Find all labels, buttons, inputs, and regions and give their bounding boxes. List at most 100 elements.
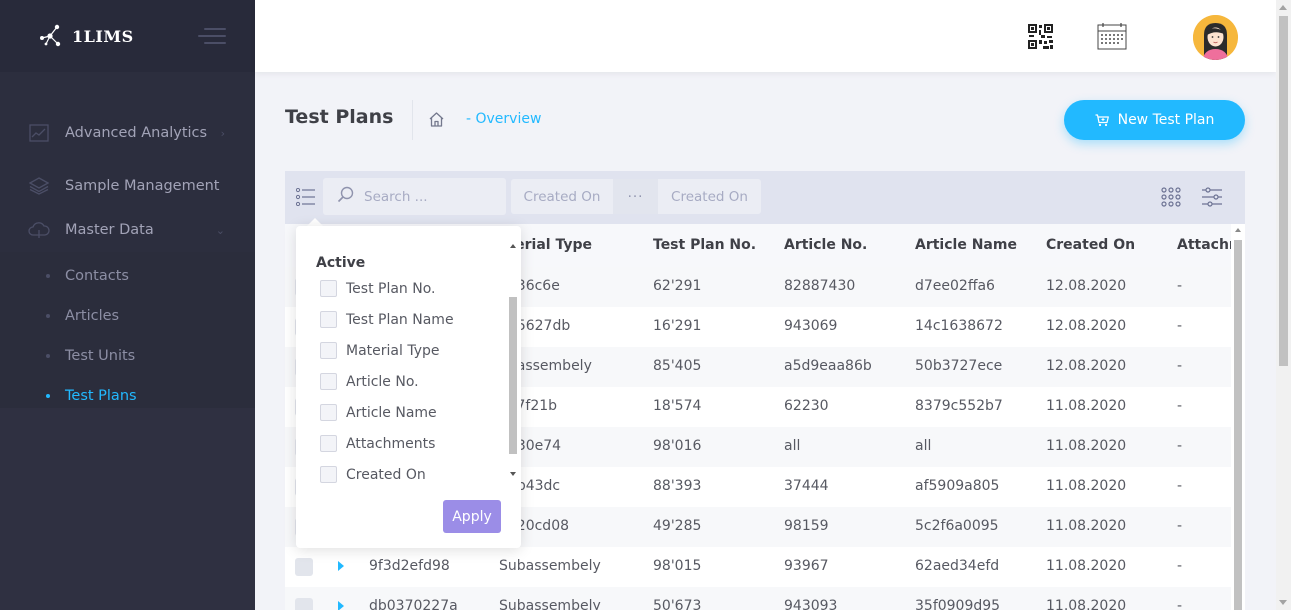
cell-test-plan-no: 98'016 [653, 438, 702, 454]
table-row[interactable]: db0370227a Subassembely 50'673 943093 35… [285, 587, 1231, 610]
apply-button[interactable]: Apply [443, 500, 501, 533]
chevron-down-icon: ⌄ [215, 223, 225, 237]
home-icon[interactable] [428, 111, 445, 128]
top-header [255, 0, 1276, 72]
subheader-separator [412, 100, 413, 140]
popup-title: Active [316, 255, 366, 271]
checkbox[interactable] [320, 435, 337, 452]
created-on-to-input[interactable]: Created On [658, 179, 761, 214]
column-header-test-plan-no[interactable]: Test Plan No. [653, 237, 756, 253]
bullet-icon [46, 354, 50, 358]
grid-view-icon[interactable] [1161, 187, 1181, 207]
cell-article-no: 98159 [784, 518, 829, 534]
sidebar-item-sample-management[interactable]: Sample Management [0, 164, 255, 208]
option-label: Material Type [346, 342, 440, 359]
cell-material-type: Subassembely [499, 598, 601, 610]
cell-article-name: af5909a805 [915, 478, 1000, 494]
cell-article-name: d7ee02ffa6 [915, 278, 995, 294]
sidebar-item-label: Master Data [65, 221, 154, 238]
scrollbar-thumb[interactable] [509, 297, 517, 454]
checkbox[interactable] [320, 342, 337, 359]
breadcrumb-overview[interactable]: - Overview [466, 111, 541, 127]
column-option-article-no[interactable]: Article No. [320, 373, 419, 390]
page-scrollbar[interactable] [1276, 0, 1291, 610]
scroll-down-arrow-icon[interactable] [1279, 600, 1287, 605]
checkbox[interactable] [320, 311, 337, 328]
row-checkbox[interactable] [295, 598, 313, 610]
column-option-material-type[interactable]: Material Type [320, 342, 439, 359]
scrollbar-thumb[interactable] [1234, 240, 1242, 610]
checkbox[interactable] [320, 466, 337, 483]
scroll-up-arrow-icon[interactable] [1279, 5, 1287, 10]
column-header-attachments[interactable]: Attachr [1177, 237, 1236, 253]
search-input[interactable] [364, 188, 494, 205]
search-icon [337, 186, 354, 207]
created-on-from-input[interactable]: Created On [511, 179, 613, 214]
cell-test-plan-no: 16'291 [653, 318, 702, 334]
cell-article-no: 943069 [784, 318, 838, 334]
row-checkbox[interactable] [295, 558, 313, 576]
checkbox[interactable] [320, 404, 337, 421]
cell-test-plan-no: 50'673 [653, 598, 702, 610]
cell-article-name: all [915, 438, 932, 454]
sidebar-item-advanced-analytics[interactable]: Advanced Analytics › [0, 102, 255, 164]
cell-article-no: 93967 [784, 558, 829, 574]
sidebar-item-master-data[interactable]: Master Data ⌄ [0, 208, 255, 252]
brand-name[interactable]: 1LIMS [72, 27, 134, 46]
chevron-right-icon: › [220, 126, 225, 140]
table-scrollbar[interactable] [1231, 224, 1245, 610]
expand-row-icon[interactable] [338, 561, 344, 571]
column-header-article-no[interactable]: Article No. [784, 237, 867, 253]
table-row[interactable]: 9f3d2efd98 Subassembely 98'015 93967 62a… [285, 547, 1231, 587]
column-option-test-plan-name[interactable]: Test Plan Name [320, 311, 454, 328]
scroll-down-arrow-icon[interactable] [510, 472, 516, 476]
cell-code: 9f3d2efd98 [369, 558, 450, 574]
column-header-created-on[interactable]: Created On [1046, 237, 1135, 253]
cell-article-name: 8379c552b7 [915, 398, 1003, 414]
qr-code-icon[interactable] [1028, 24, 1053, 49]
new-test-plan-button[interactable]: New Test Plan [1064, 100, 1245, 140]
brand-bar: 1LIMS [0, 0, 255, 72]
sidebar-item-articles[interactable]: Articles [0, 296, 255, 336]
cell-test-plan-no: 18'574 [653, 398, 702, 414]
checkbox[interactable] [320, 280, 337, 297]
scrollbar-thumb[interactable] [1279, 16, 1288, 366]
cell-article-no: 82887430 [784, 278, 856, 294]
user-avatar[interactable] [1193, 15, 1238, 60]
checkbox[interactable] [320, 373, 337, 390]
column-header-article-name[interactable]: Article Name [915, 237, 1017, 253]
bullet-icon [46, 314, 50, 318]
option-label: Test Plan No. [346, 280, 436, 297]
expand-row-icon[interactable] [338, 601, 344, 610]
cell-created-on: 12.08.2020 [1046, 278, 1127, 294]
cell-article-no: 62230 [784, 398, 829, 414]
column-option-created-on[interactable]: Created On [320, 466, 426, 483]
column-option-article-name[interactable]: Article Name [320, 404, 437, 421]
option-label: Article Name [346, 404, 437, 421]
scroll-up-arrow-icon[interactable] [1235, 228, 1241, 232]
calendar-icon[interactable] [1097, 23, 1127, 50]
column-option-test-plan-no[interactable]: Test Plan No. [320, 280, 436, 297]
table-toolbar: Created On ··· Created On [285, 171, 1245, 224]
cell-created-on: 11.08.2020 [1046, 558, 1127, 574]
cell-attachments: - [1177, 558, 1183, 574]
filter-settings-icon[interactable] [1202, 187, 1222, 207]
column-list-icon[interactable] [295, 187, 316, 207]
cell-attachments: - [1177, 478, 1183, 494]
cell-test-plan-no: 98'015 [653, 558, 702, 574]
search-box[interactable] [323, 178, 506, 215]
scroll-up-arrow-icon[interactable] [510, 244, 516, 248]
cell-article-no: 37444 [784, 478, 829, 494]
sidebar-item-test-units[interactable]: Test Units [0, 336, 255, 376]
column-option-attachments[interactable]: Attachments [320, 435, 435, 452]
popup-scrollbar[interactable] [508, 242, 518, 482]
brand-logo-icon[interactable] [38, 24, 62, 48]
hamburger-menu-icon[interactable] [198, 28, 226, 46]
sidebar-item-contacts[interactable]: Contacts [0, 256, 255, 296]
subheader: Test Plans - Overview New Test Plan [285, 100, 1245, 140]
cell-created-on: 11.08.2020 [1046, 598, 1127, 610]
cell-article-name: 5c2f6a0095 [915, 518, 999, 534]
sidebar-item-label: Test Units [65, 348, 136, 364]
cell-article-no: 943093 [784, 598, 838, 610]
cell-attachments: - [1177, 598, 1183, 610]
